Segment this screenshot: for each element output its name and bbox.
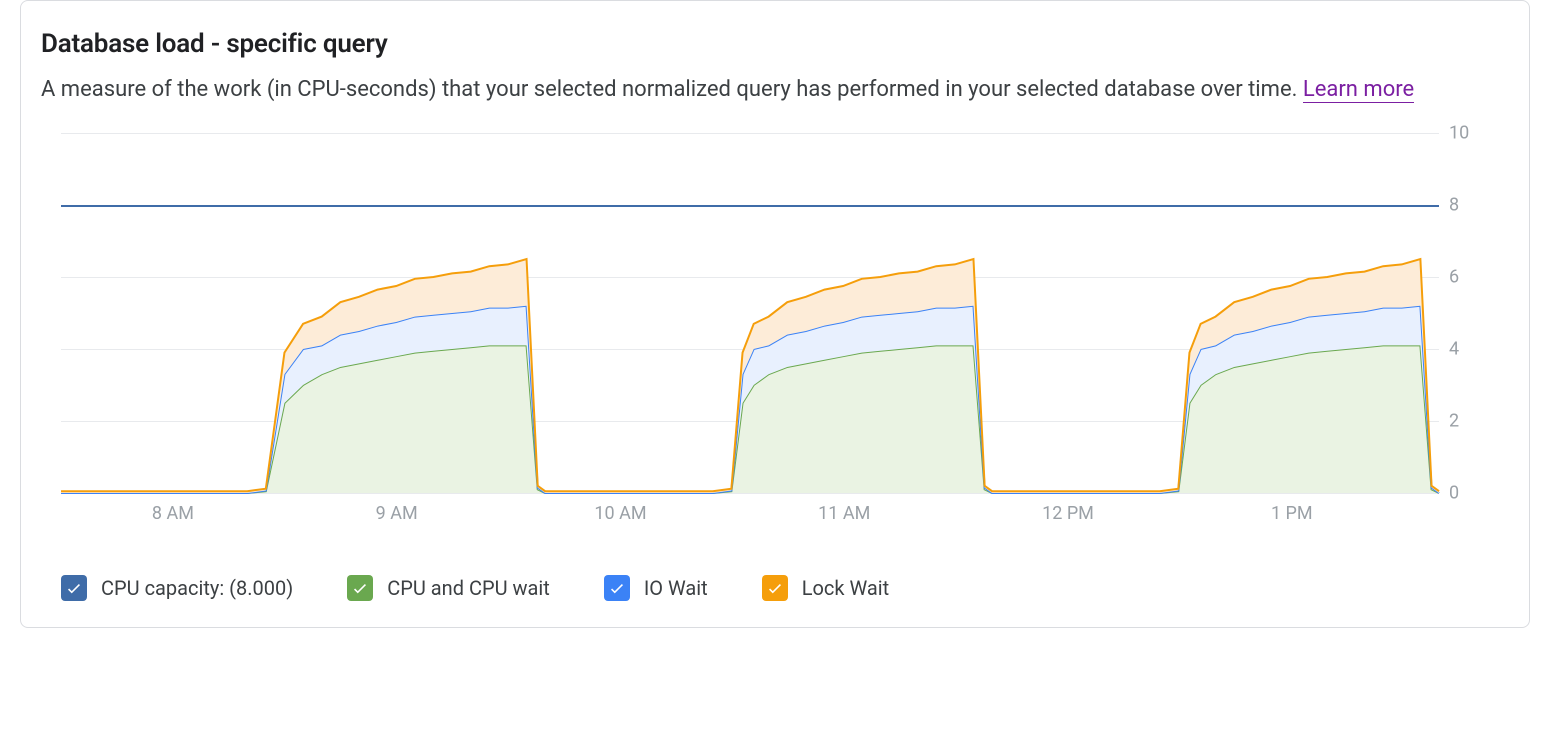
chart-x-axis: 8 AM 9 AM 10 AM 11 AM 12 PM 1 PM [61,503,1439,533]
chart-legend: CPU capacity: (8.000) CPU and CPU wait I… [41,575,1509,601]
chart-subtitle: A measure of the work (in CPU-seconds) t… [41,73,1471,107]
legend-label: CPU and CPU wait [387,576,550,600]
checkbox-icon [762,575,788,601]
chart-card: Database load - specific query A measure… [20,0,1530,628]
x-axis-tick: 11 AM [818,503,870,524]
legend-label: CPU capacity: (8.000) [101,576,293,600]
chart-subtitle-text: A measure of the work (in CPU-seconds) t… [41,77,1303,102]
legend-label: IO Wait [644,576,708,600]
y-axis-tick: 10 [1449,123,1489,144]
checkbox-icon [61,575,87,601]
legend-item-io-wait[interactable]: IO Wait [604,575,708,601]
legend-item-cpu-wait[interactable]: CPU and CPU wait [347,575,550,601]
x-axis-tick: 9 AM [376,503,418,524]
checkbox-icon [347,575,373,601]
x-axis-tick: 1 PM [1271,503,1313,524]
x-axis-tick: 8 AM [152,503,194,524]
x-axis-tick: 12 PM [1042,503,1094,524]
chart-title: Database load - specific query [41,29,1509,59]
legend-item-lock-wait[interactable]: Lock Wait [762,575,889,601]
y-axis-tick: 0 [1449,483,1489,504]
y-axis-tick: 6 [1449,267,1489,288]
chart-svg [61,133,1439,493]
x-axis-tick: 10 AM [594,503,646,524]
learn-more-link[interactable]: Learn more [1303,77,1414,103]
legend-item-cpu-capacity[interactable]: CPU capacity: (8.000) [61,575,293,601]
legend-label: Lock Wait [802,576,889,600]
chart-area: 0246810 8 AM 9 AM 10 AM 11 AM 12 PM 1 PM [41,133,1509,533]
checkbox-icon [604,575,630,601]
y-axis-tick: 8 [1449,195,1489,216]
gridline [61,493,1439,494]
y-axis-tick: 2 [1449,411,1489,432]
y-axis-tick: 4 [1449,339,1489,360]
chart-plot: 0246810 [61,133,1439,493]
